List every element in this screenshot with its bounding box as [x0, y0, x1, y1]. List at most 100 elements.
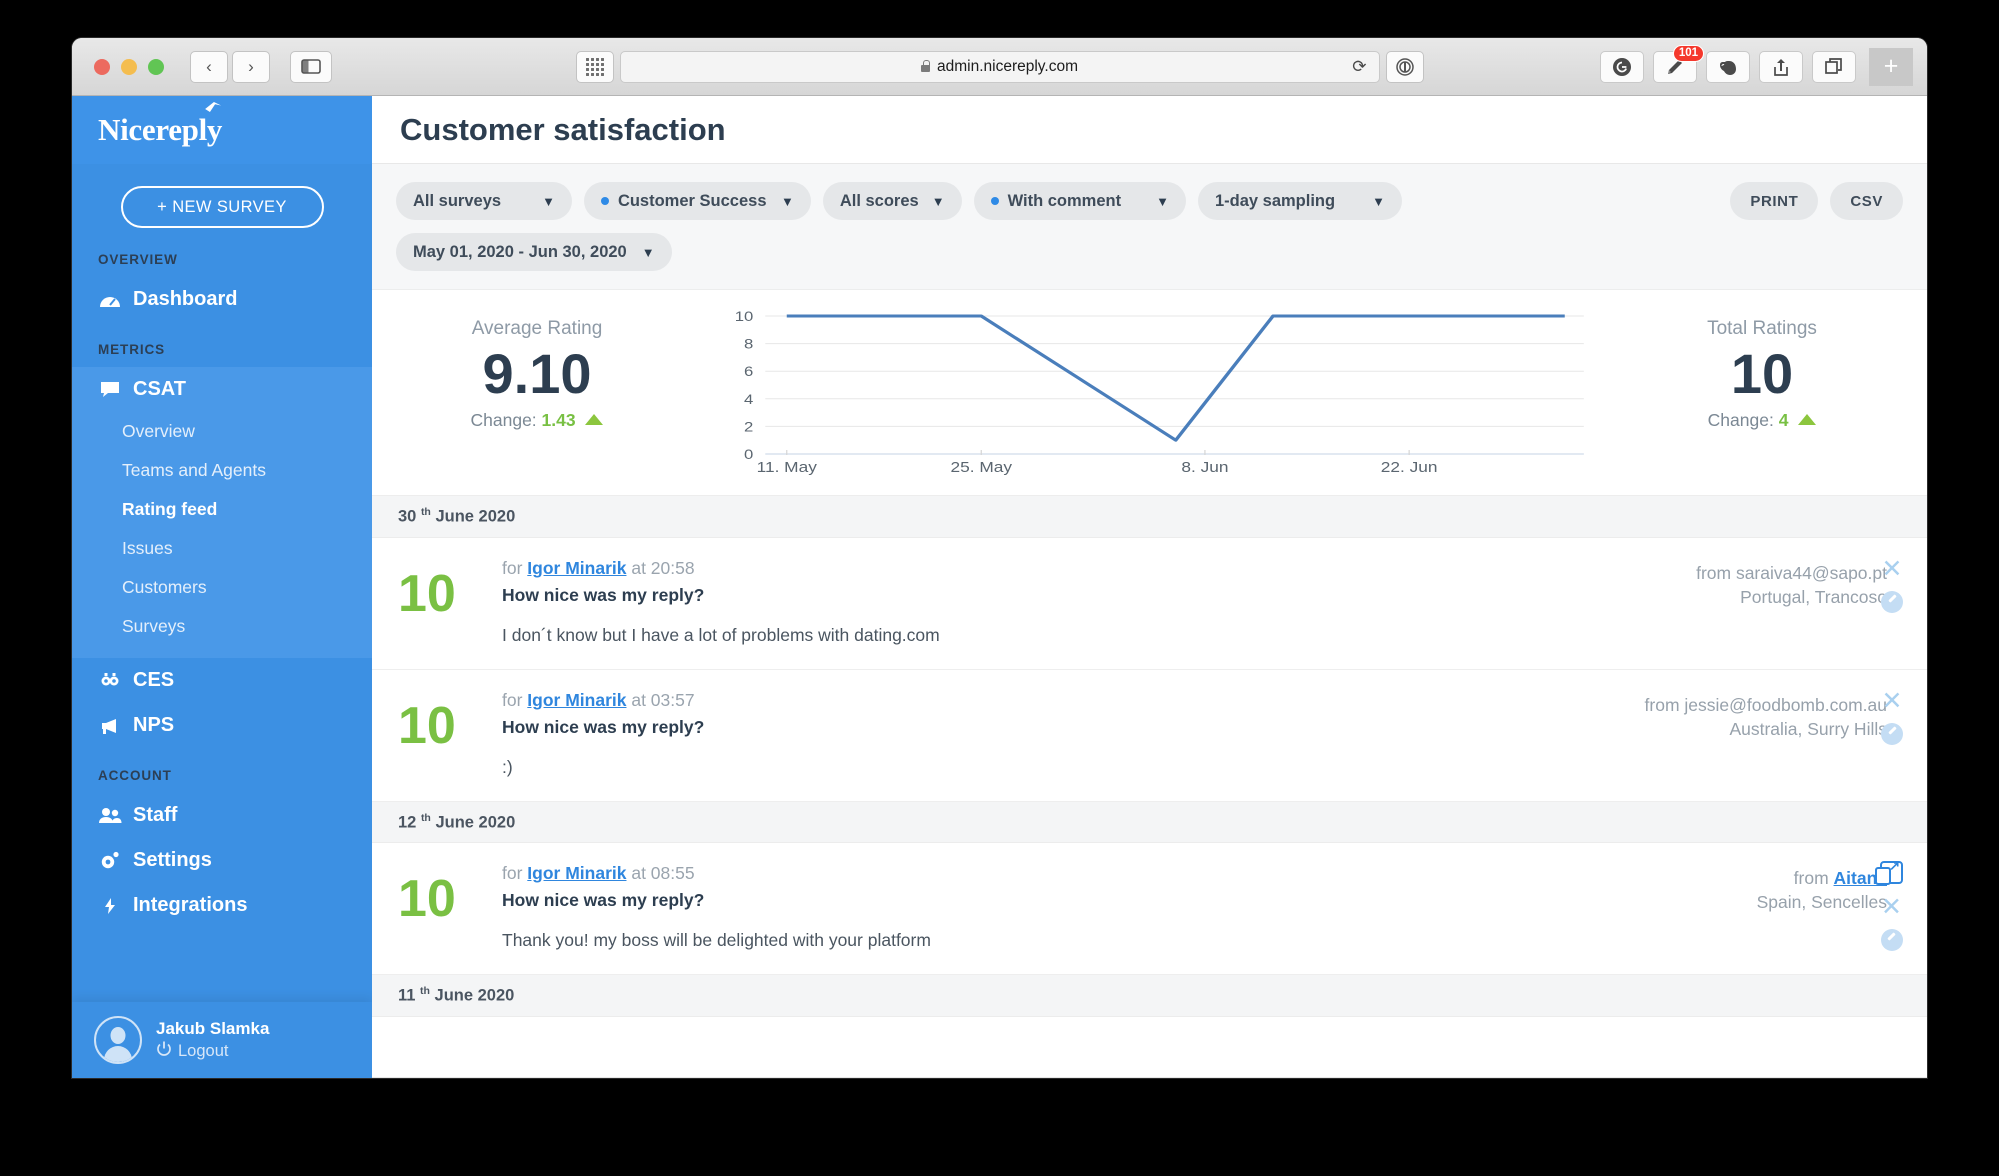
new-tab-button[interactable]: +: [1869, 47, 1913, 86]
minimize-window-button[interactable]: [121, 58, 137, 75]
sidebar-item-label: Staff: [133, 804, 178, 826]
edit-pencil-icon[interactable]: [1880, 929, 1903, 951]
feed-day-header: 30 th June 2020: [372, 496, 1927, 538]
back-button[interactable]: ‹: [190, 50, 228, 83]
content-bottom-edge: [372, 1077, 1927, 1078]
user-footer[interactable]: Jakub Slamka Logout: [72, 1002, 372, 1078]
csv-button[interactable]: CSV: [1830, 182, 1903, 220]
browser-toolbar: ‹ › admin.nicereply.com ⟳ 101 +: [72, 38, 1927, 96]
sidebar-item-label: CSAT: [133, 378, 186, 400]
sampling-filter-select[interactable]: 1-day sampling ▼: [1197, 182, 1402, 220]
team-filter-label: Customer Success &: [617, 191, 768, 210]
address-bar-group: admin.nicereply.com ⟳: [575, 50, 1424, 83]
grid-apps-icon[interactable]: [575, 50, 614, 83]
rating-question: How nice was my reply?: [502, 584, 705, 605]
annotate-pencil-extension-icon[interactable]: 101: [1653, 44, 1704, 83]
rating-score: 10: [398, 870, 456, 928]
sidebar-item-surveys[interactable]: Surveys: [72, 607, 372, 646]
power-icon: [156, 1041, 172, 1062]
rating-row: 10 for Igor Minarik at 03:57 How nice wa…: [372, 670, 1927, 802]
sidebar-toggle-icon[interactable]: [290, 50, 332, 83]
page-title: Customer satisfaction: [400, 111, 726, 147]
extension-icons: 101 +: [1600, 44, 1913, 86]
rating-source: from jessie@foodbomb.com.au Australia, S…: [1573, 686, 1903, 783]
svg-text:25. May: 25. May: [950, 460, 1012, 475]
chevron-down-icon: ▼: [1372, 193, 1385, 209]
team-filter-select[interactable]: Customer Success & ▼: [583, 182, 811, 220]
close-icon[interactable]: ✕: [1882, 688, 1903, 713]
forward-button[interactable]: ›: [232, 50, 270, 83]
sidebar-item-ces[interactable]: CES: [72, 658, 372, 703]
total-ratings-label: Total Ratings: [1707, 318, 1817, 339]
survey-filter-select[interactable]: All surveys ▼: [396, 182, 572, 220]
agent-link[interactable]: Igor Minarik: [527, 558, 626, 578]
agent-link[interactable]: Igor Minarik: [527, 863, 626, 883]
reader-mode-icon[interactable]: [1385, 50, 1424, 83]
evernote-extension-icon[interactable]: [1706, 50, 1750, 83]
rating-location: Australia, Surry Hills: [1729, 718, 1887, 739]
close-icon[interactable]: ✕: [1882, 556, 1903, 581]
people-icon: [98, 807, 122, 824]
sidebar-item-csat[interactable]: CSAT: [72, 367, 372, 412]
stats-strip: Average Rating 9.10 Change: 1.43 0 2 4 6 8 10…: [372, 290, 1927, 496]
sidebar-item-customers[interactable]: Customers: [72, 568, 372, 607]
sidebar-item-teams-and-agents[interactable]: Teams and Agents: [72, 451, 372, 490]
logout-button[interactable]: Logout: [156, 1041, 269, 1062]
extension-badge-count: 101: [1672, 44, 1704, 62]
rating-row: 10 for Igor Minarik at 20:58 How nice wa…: [372, 538, 1927, 670]
comment-filter-select[interactable]: With comment ▼: [973, 182, 1186, 220]
rating-question: How nice was my reply?: [502, 716, 705, 737]
sidebar-item-overview[interactable]: Overview: [72, 412, 372, 451]
sidebar-item-settings[interactable]: Settings: [72, 838, 372, 883]
sidebar-item-staff[interactable]: Staff: [72, 793, 372, 838]
rating-row: 10 for Igor Minarik at 08:55 How nice wa…: [372, 843, 1927, 975]
rating-feed: 30 th June 2020 10 for Igor Minarik at 2…: [372, 496, 1927, 1017]
address-bar[interactable]: admin.nicereply.com ⟳: [619, 50, 1380, 83]
average-rating-stat: Average Rating 9.10 Change: 1.43: [372, 300, 702, 481]
brand-logo[interactable]: Nicereply: [72, 96, 372, 164]
chevron-down-icon: ▼: [542, 193, 555, 209]
rating-location: Portugal, Trancoso: [1740, 586, 1887, 607]
chevron-down-icon: ▼: [931, 193, 945, 209]
logout-label: Logout: [178, 1041, 229, 1060]
url-text: admin.nicereply.com: [937, 57, 1078, 75]
score-filter-select[interactable]: All scores ▼: [822, 182, 962, 220]
tab-overview-icon[interactable]: [1812, 50, 1856, 83]
close-icon[interactable]: ✕: [1881, 894, 1902, 919]
maximize-window-button[interactable]: [148, 58, 164, 75]
sidebar-section-metrics-label: METRICS: [98, 342, 166, 357]
avatar: [94, 1016, 142, 1064]
svg-text:10: 10: [735, 309, 754, 324]
browser-window: ‹ › admin.nicereply.com ⟳ 101 + Nicerepl…: [72, 38, 1927, 1078]
new-survey-button[interactable]: + NEW SURVEY: [120, 186, 324, 228]
svg-text:8: 8: [744, 337, 753, 352]
date-range-select[interactable]: May 01, 2020 - Jun 30, 2020 ▼: [396, 233, 672, 271]
rating-comment: Thank you! my boss will be delighted wit…: [502, 930, 931, 950]
rating-from: from jessie@foodbomb.com.au: [1644, 694, 1887, 715]
svg-text:11. May: 11. May: [757, 460, 817, 475]
sidebar-item-label: Integrations: [133, 894, 248, 916]
edit-pencil-icon[interactable]: [1881, 722, 1903, 745]
close-window-button[interactable]: [94, 58, 110, 75]
share-icon[interactable]: [1759, 50, 1803, 83]
rating-actions: ✕: [1881, 688, 1903, 745]
chevron-down-icon: ▼: [1156, 193, 1169, 209]
edit-pencil-icon[interactable]: [1881, 590, 1903, 613]
external-link-icon[interactable]: [1875, 859, 1903, 885]
grammarly-extension-icon[interactable]: [1600, 50, 1644, 83]
agent-link[interactable]: Igor Minarik: [527, 690, 626, 710]
sidebar-item-integrations[interactable]: Integrations: [72, 883, 372, 928]
sidebar-item-issues[interactable]: Issues: [72, 529, 372, 568]
average-rating-label: Average Rating: [471, 318, 603, 339]
user-name: Jakub Slamka: [156, 1019, 270, 1039]
rating-from: from Aitana: [1793, 868, 1887, 888]
trend-up-icon: [585, 414, 604, 426]
sidebar-item-rating-feed[interactable]: Rating feed: [72, 490, 372, 529]
svg-text:22. Jun: 22. Jun: [1381, 460, 1438, 475]
print-button[interactable]: PRINT: [1730, 182, 1819, 220]
reload-icon[interactable]: ⟳: [1352, 57, 1366, 77]
sidebar-item-nps[interactable]: NPS: [72, 703, 372, 748]
sidebar-item-dashboard[interactable]: Dashboard: [72, 277, 372, 322]
gears-icon: [98, 672, 122, 690]
sidebar-item-label: Settings: [133, 849, 212, 871]
